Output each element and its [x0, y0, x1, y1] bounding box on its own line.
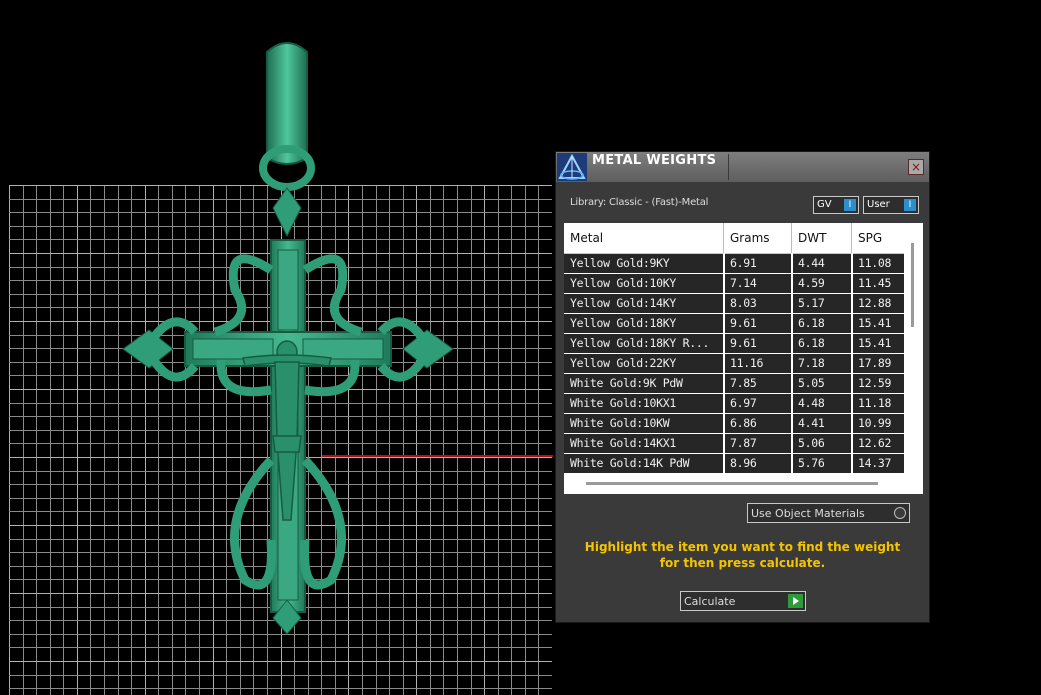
cell-spg: 11.45 [858, 276, 892, 290]
title-separator [728, 154, 729, 180]
cell-grams: 8.96 [730, 456, 757, 470]
row-divider [564, 473, 904, 474]
table-row[interactable]: White Gold:9K PdW 7.85 5.05 12.59 [564, 374, 904, 393]
cell-spg: 14.37 [858, 456, 892, 470]
use-object-materials-toggle[interactable]: Use Object Materials [747, 503, 910, 523]
table-row[interactable]: Yellow Gold:22KY 11.16 7.18 17.89 [564, 354, 904, 373]
table-row[interactable]: Yellow Gold:10KY 7.14 4.59 11.45 [564, 274, 904, 293]
table-row[interactable]: Yellow Gold:18KY 9.61 6.18 15.41 [564, 314, 904, 333]
cell-spg: 10.99 [858, 416, 892, 430]
cell-grams: 6.86 [730, 416, 757, 430]
cell-spg: 12.59 [858, 376, 892, 390]
column-header-dwt[interactable]: DWT [792, 223, 852, 253]
table-row[interactable]: Yellow Gold:9KY 6.91 4.44 11.08 [564, 254, 904, 273]
cell-spg: 12.88 [858, 296, 892, 310]
cell-metal: Yellow Gold:9KY [570, 256, 670, 270]
user-toggle[interactable]: User I [863, 196, 919, 214]
metal-weights-logo-icon [557, 153, 587, 181]
cell-metal: White Gold:14KX1 [570, 436, 676, 450]
instruction-line-2: for then press calculate. [659, 556, 826, 570]
horizontal-scrollbar[interactable] [586, 482, 878, 485]
table-row[interactable]: White Gold:14KX1 7.87 5.06 12.62 [564, 434, 904, 453]
panel-title: METAL WEIGHTS [592, 153, 717, 168]
cell-metal: White Gold:9K PdW [570, 376, 683, 390]
cell-dwt: 5.06 [798, 436, 825, 450]
play-icon [788, 594, 803, 608]
panel-titlebar[interactable]: METAL WEIGHTS × [556, 152, 929, 182]
cell-spg: 12.62 [858, 436, 892, 450]
radio-icon [894, 507, 906, 519]
cell-metal: Yellow Gold:10KY [570, 276, 676, 290]
cell-grams: 6.97 [730, 396, 757, 410]
use-object-materials-label: Use Object Materials [751, 507, 865, 520]
cell-metal: Yellow Gold:18KY [570, 316, 676, 330]
column-header-spg[interactable]: SPG [852, 223, 904, 253]
cell-spg: 17.89 [858, 356, 892, 370]
cell-dwt: 4.59 [798, 276, 825, 290]
cell-grams: 7.14 [730, 276, 757, 290]
cell-metal: Yellow Gold:18KY R... [570, 336, 710, 350]
cell-dwt: 6.18 [798, 336, 825, 350]
cell-metal: White Gold:10KW [570, 416, 670, 430]
vertical-scrollbar[interactable] [911, 243, 914, 327]
close-button[interactable]: × [908, 159, 924, 175]
column-header-metal[interactable]: Metal [564, 223, 724, 253]
cell-spg: 15.41 [858, 316, 892, 330]
cell-dwt: 4.48 [798, 396, 825, 410]
table-row[interactable]: Yellow Gold:18KY R... 9.61 6.18 15.41 [564, 334, 904, 353]
cell-metal: White Gold:14K PdW [570, 456, 690, 470]
cell-dwt: 5.76 [798, 456, 825, 470]
column-divider [851, 253, 853, 473]
calculate-label: Calculate [684, 595, 736, 608]
calculate-button[interactable]: Calculate [680, 591, 806, 611]
metal-table[interactable]: Metal Grams DWT SPG Yellow Gold:9KY 6.91 4… [564, 223, 923, 494]
cell-spg: 11.18 [858, 396, 892, 410]
table-row[interactable]: White Gold:14K PdW 8.96 5.76 14.37 [564, 454, 904, 473]
user-toggle-indicator-icon: I [904, 199, 916, 211]
column-divider [791, 253, 793, 473]
gv-toggle-indicator-icon: I [844, 199, 856, 211]
table-row[interactable]: White Gold:10KW 6.86 4.41 10.99 [564, 414, 904, 433]
gv-toggle-label: GV [817, 199, 832, 210]
cell-spg: 15.41 [858, 336, 892, 350]
table-row[interactable]: Yellow Gold:14KY 8.03 5.17 12.88 [564, 294, 904, 313]
cell-dwt: 5.17 [798, 296, 825, 310]
cell-dwt: 6.18 [798, 316, 825, 330]
cell-grams: 8.03 [730, 296, 757, 310]
cell-grams: 9.61 [730, 316, 757, 330]
cell-dwt: 7.18 [798, 356, 825, 370]
cell-metal: Yellow Gold:22KY [570, 356, 676, 370]
metal-weights-panel: METAL WEIGHTS × Library: Classic - (Fast… [555, 151, 930, 623]
instruction-text: Highlight the item you want to find the … [570, 539, 915, 571]
instruction-line-1: Highlight the item you want to find the … [584, 540, 901, 554]
cell-dwt: 4.44 [798, 256, 825, 270]
column-header-grams[interactable]: Grams [724, 223, 792, 253]
library-label: Library: Classic - (Fast)-Metal [570, 197, 709, 208]
cell-grams: 7.85 [730, 376, 757, 390]
cell-dwt: 4.41 [798, 416, 825, 430]
table-row[interactable]: White Gold:10KX1 6.97 4.48 11.18 [564, 394, 904, 413]
cell-grams: 7.87 [730, 436, 757, 450]
cell-metal: White Gold:10KX1 [570, 396, 676, 410]
cell-grams: 9.61 [730, 336, 757, 350]
table-header: Metal Grams DWT SPG [564, 223, 904, 254]
cross-pendant-model[interactable] [115, 40, 460, 635]
cell-dwt: 5.05 [798, 376, 825, 390]
column-divider [723, 253, 725, 473]
cell-metal: Yellow Gold:14KY [570, 296, 676, 310]
cell-grams: 11.16 [730, 356, 764, 370]
gv-toggle[interactable]: GV I [813, 196, 859, 214]
cell-grams: 6.91 [730, 256, 757, 270]
user-toggle-label: User [867, 199, 890, 210]
cell-spg: 11.08 [858, 256, 892, 270]
